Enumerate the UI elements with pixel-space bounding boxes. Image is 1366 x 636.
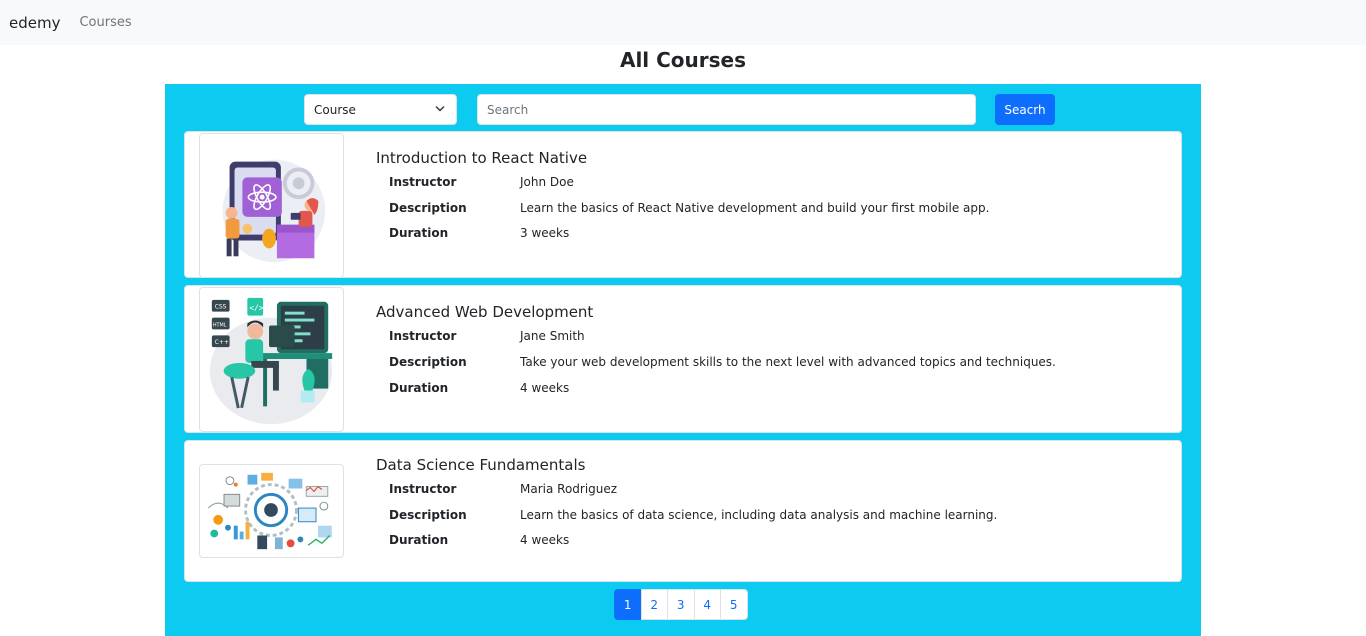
chevron-down-icon xyxy=(435,106,445,112)
instructor-label: Instructor xyxy=(389,175,457,189)
duration-value: 4 weeks xyxy=(520,381,570,395)
instructor-label: Instructor xyxy=(389,482,457,496)
duration-label: Duration xyxy=(389,381,449,395)
description-label: Description xyxy=(389,508,467,522)
description-label: Description xyxy=(389,201,467,215)
page-button-2[interactable]: 2 xyxy=(640,589,668,620)
svg-text:CSS: CSS xyxy=(215,305,227,311)
page-button-4[interactable]: 4 xyxy=(693,589,721,620)
pagination: 1 2 3 4 5 xyxy=(614,589,748,620)
instructor-value: Jane Smith xyxy=(520,329,585,343)
data-science-illustration-icon xyxy=(199,464,344,558)
page-button-3[interactable]: 3 xyxy=(667,589,695,620)
instructor-value: John Doe xyxy=(520,175,574,189)
description-label: Description xyxy=(389,355,467,369)
courses-panel: Course Seacrh xyxy=(165,84,1201,636)
course-title: Introduction to React Native xyxy=(376,149,588,167)
svg-text:</>: </> xyxy=(249,304,263,313)
duration-label: Duration xyxy=(389,226,449,240)
duration-value: 3 weeks xyxy=(520,226,570,240)
page-button-5[interactable]: 5 xyxy=(720,589,748,620)
instructor-label: Instructor xyxy=(389,329,457,343)
category-select[interactable]: Course xyxy=(304,94,457,125)
duration-label: Duration xyxy=(389,533,449,547)
course-card[interactable]: CSS HTML C++ </> Advanced Web Developmen… xyxy=(184,285,1182,433)
description-value: Learn the basics of React Native develop… xyxy=(520,201,990,215)
description-value: Learn the basics of data science, includ… xyxy=(520,508,998,522)
svg-text:C++: C++ xyxy=(215,340,229,346)
description-value: Take your web development skills to the … xyxy=(520,355,1056,369)
course-card[interactable]: Introduction to React Native Instructor … xyxy=(184,131,1182,278)
nav-link-courses[interactable]: Courses xyxy=(79,15,131,30)
instructor-value: Maria Rodriguez xyxy=(520,482,618,496)
course-card[interactable]: Data Science Fundamentals Instructor Mar… xyxy=(184,440,1182,582)
course-title: Advanced Web Development xyxy=(376,303,594,321)
brand-logo[interactable]: edemy xyxy=(9,14,60,32)
search-button[interactable]: Seacrh xyxy=(995,94,1055,125)
page-title: All Courses xyxy=(619,48,747,72)
duration-value: 4 weeks xyxy=(520,533,570,547)
web-developer-illustration-icon: CSS HTML C++ </> xyxy=(199,287,344,432)
course-title: Data Science Fundamentals xyxy=(376,456,586,474)
category-select-value: Course xyxy=(314,102,356,117)
react-native-illustration-icon xyxy=(199,133,344,278)
search-input[interactable] xyxy=(477,94,976,125)
navbar: edemy Courses xyxy=(0,0,1366,45)
svg-text:HTML: HTML xyxy=(213,322,227,328)
page-button-1[interactable]: 1 xyxy=(614,589,642,620)
